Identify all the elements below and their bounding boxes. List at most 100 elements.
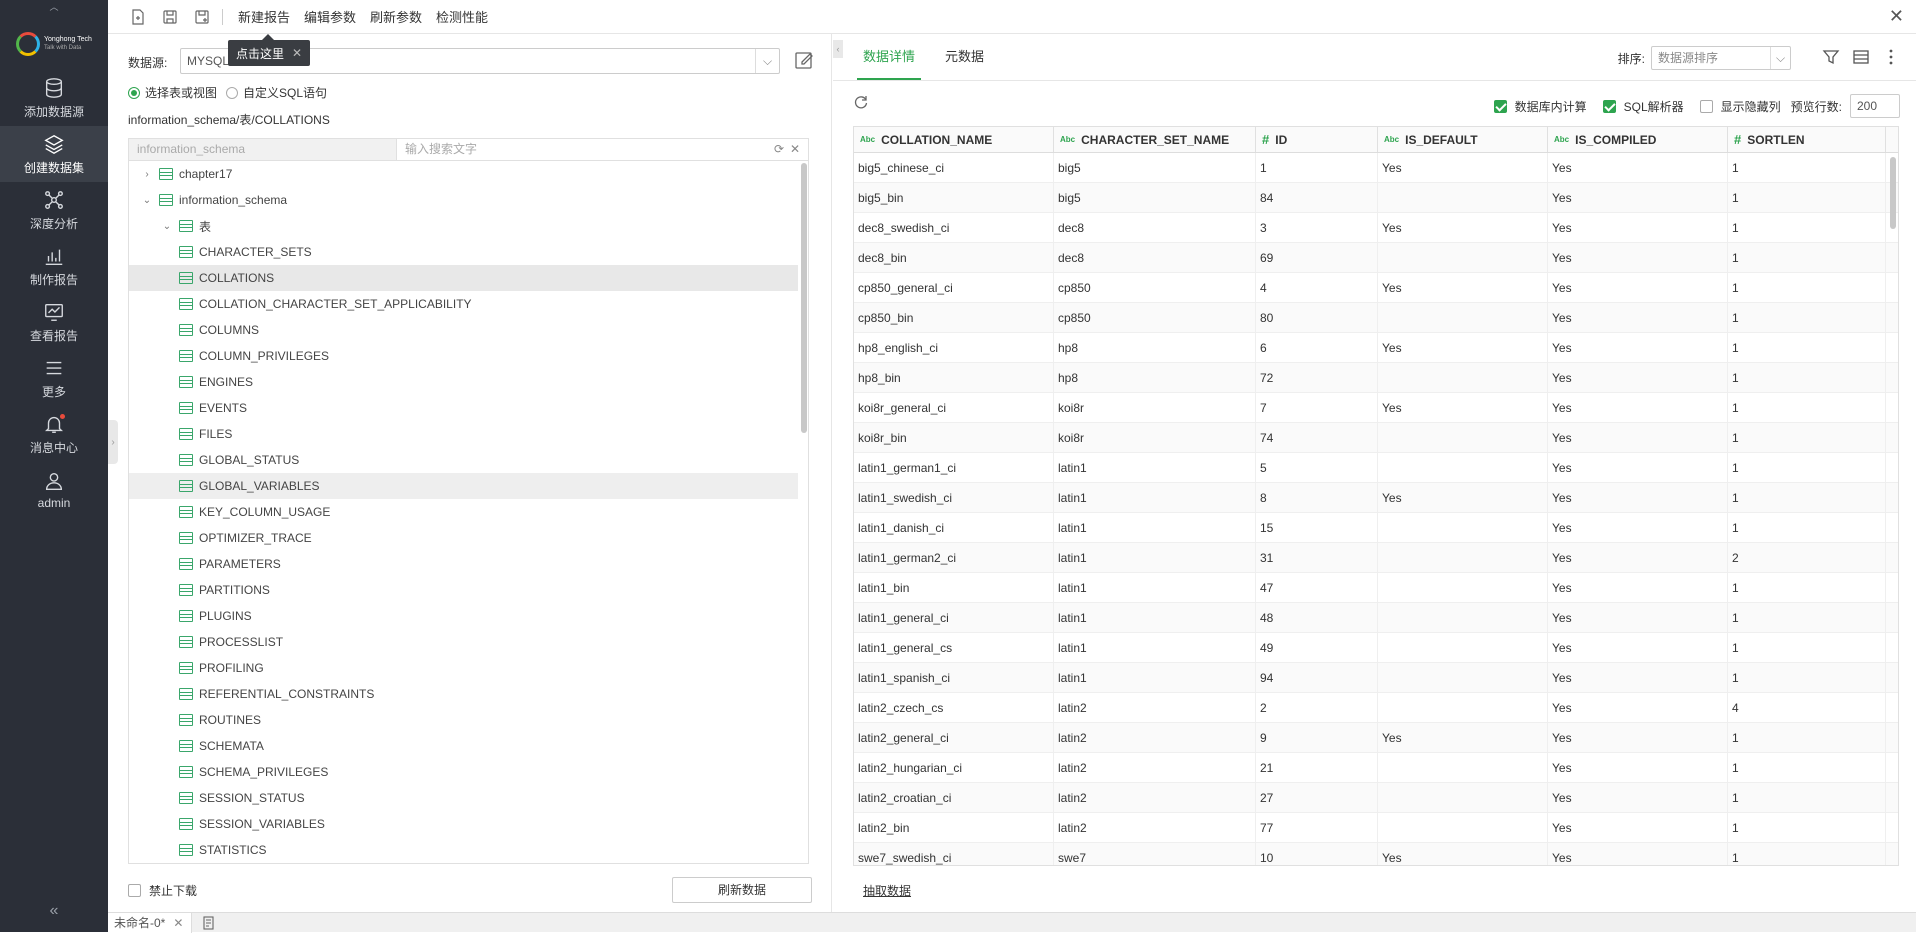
tree-item[interactable]: PARTITIONS [129, 577, 798, 603]
reload-icon[interactable] [853, 94, 869, 110]
table-cell: Yes [1548, 573, 1728, 602]
document-tab[interactable]: 未命名-0* ✕ [108, 912, 193, 933]
preview-rows-input[interactable]: 200 [1850, 94, 1900, 118]
more-vertical-icon[interactable] [1882, 48, 1900, 66]
nav-user[interactable]: admin [0, 462, 108, 518]
tree-item[interactable]: › chapter17 [129, 161, 798, 187]
tree-item[interactable]: EVENTS [129, 395, 798, 421]
tab-data-detail[interactable]: 数据详情 [857, 34, 922, 80]
tree-item[interactable]: GLOBAL_VARIABLES [129, 473, 798, 499]
menu-edit-params[interactable]: 编辑参数 [297, 7, 363, 26]
table-icon [179, 584, 193, 596]
schema-select[interactable]: information_schema [129, 139, 397, 160]
tree-item[interactable]: ENGINES [129, 369, 798, 395]
close-icon[interactable]: ✕ [1889, 6, 1904, 27]
column-header[interactable]: # SORTLEN [1728, 127, 1886, 152]
refresh-icon[interactable]: ⟳ [774, 142, 784, 156]
nav-deep-analysis[interactable]: 深度分析 [0, 182, 108, 238]
tree-item[interactable]: GLOBAL_STATUS [129, 447, 798, 473]
column-header[interactable]: Abc CHARACTER_SET_NAME [1054, 127, 1256, 152]
tree-header: information_schema 输入搜索文字 ⟳ ✕ [129, 139, 808, 161]
tree-item[interactable]: KEY_COLUMN_USAGE [129, 499, 798, 525]
column-header[interactable]: Abc IS_DEFAULT [1378, 127, 1548, 152]
tooltip-close-icon[interactable]: ✕ [292, 46, 302, 60]
tree-item[interactable]: FILES [129, 421, 798, 447]
tree-item[interactable]: COLUMNS [129, 317, 798, 343]
table-row: hp8_english_ci hp8 6 Yes Yes 1 [854, 333, 1898, 363]
column-header[interactable]: Abc IS_COMPILED [1548, 127, 1728, 152]
tree-item[interactable]: SESSION_STATUS [129, 785, 798, 811]
refresh-data-button[interactable]: 刷新数据 [672, 877, 812, 903]
menu-check-performance[interactable]: 检测性能 [429, 7, 495, 26]
nav-message-center[interactable]: 消息中心 [0, 406, 108, 462]
tree-item[interactable]: ⌄ information_schema [129, 187, 798, 213]
collapse-left-icon[interactable]: ‹ [833, 40, 843, 58]
list-view-icon[interactable] [1852, 48, 1870, 66]
tab-metadata[interactable]: 元数据 [939, 34, 990, 80]
nav-make-report[interactable]: 制作报告 [0, 238, 108, 294]
tree-item-label: SCHEMA_PRIVILEGES [199, 765, 329, 779]
tree-item[interactable]: REFERENTIAL_CONSTRAINTS [129, 681, 798, 707]
db-compute-checkbox[interactable]: 数据库内计算 [1493, 98, 1587, 115]
tree-item-label: FILES [199, 427, 233, 441]
chevron-down-icon[interactable]: ⌄ [161, 221, 173, 232]
table-cell: 1 [1256, 153, 1378, 182]
tree-item-label: CHARACTER_SETS [199, 245, 312, 259]
tree-item[interactable]: COLLATION_CHARACTER_SET_APPLICABILITY [129, 291, 798, 317]
table-cell: big5_chinese_ci [854, 153, 1054, 182]
collapse-sidebar-button[interactable]: « [0, 902, 108, 920]
tree-item[interactable]: SCHEMA_PRIVILEGES [129, 759, 798, 785]
chevron-up-icon[interactable]: ︿ [0, 0, 108, 12]
table-cell: dec8 [1054, 213, 1256, 242]
tree-item[interactable]: CHARACTER_SETS [129, 239, 798, 265]
tree-item[interactable]: PLUGINS [129, 603, 798, 629]
tree-item[interactable]: STATISTICS [129, 837, 798, 863]
tree-item[interactable]: ⌄ 表 [129, 213, 798, 239]
document-list-icon[interactable] [202, 915, 216, 930]
tree-item[interactable]: COLLATIONS [129, 265, 798, 291]
column-header[interactable]: Abc COLLATION_NAME [854, 127, 1054, 152]
splitter-handle[interactable]: › [108, 420, 118, 464]
close-tab-icon[interactable]: ✕ [173, 916, 183, 930]
nav-more[interactable]: 更多 [0, 350, 108, 406]
radio-custom-sql[interactable]: 自定义SQL语句 [226, 84, 327, 101]
nav-add-datasource[interactable]: 添加数据源 [0, 70, 108, 126]
tree-item[interactable]: ROUTINES [129, 707, 798, 733]
tree-item[interactable]: SESSION_VARIABLES [129, 811, 798, 837]
tree-item[interactable]: PROCESSLIST [129, 629, 798, 655]
menu-refresh-params[interactable]: 刷新参数 [363, 7, 429, 26]
sort-select[interactable]: 数据源排序 ⌵ [1651, 46, 1791, 70]
tree-item[interactable]: COLUMN_PRIVILEGES [129, 343, 798, 369]
grid-scrollbar[interactable] [1890, 157, 1896, 229]
tree-item-label: chapter17 [179, 167, 233, 181]
column-header[interactable]: # ID [1256, 127, 1378, 152]
table-cell: latin1 [1054, 453, 1256, 482]
chevron-right-icon[interactable]: › [141, 169, 153, 180]
tree-item[interactable]: SCHEMATA [129, 733, 798, 759]
right-panel: ‹ 数据详情 元数据 排序: 数据源排序 ⌵ 数据库内计算 SQL解析器 显示隐… [833, 34, 1916, 912]
nav-create-dataset[interactable]: 创建数据集 [0, 126, 108, 182]
show-hidden-checkbox[interactable]: 显示隐藏列 [1699, 98, 1781, 115]
tree-item[interactable]: PROFILING [129, 655, 798, 681]
edit-icon[interactable] [794, 50, 814, 70]
filter-icon[interactable] [1822, 48, 1840, 66]
extract-data-link[interactable]: 抽取数据 [863, 882, 911, 899]
radio-select-table[interactable]: 选择表或视图 [128, 84, 217, 101]
tree-scrollbar[interactable] [801, 163, 807, 433]
menu-new-report[interactable]: 新建报告 [231, 7, 297, 26]
table-icon [179, 454, 193, 466]
tree-item-label: REFERENTIAL_CONSTRAINTS [199, 687, 375, 701]
nav-view-report[interactable]: 查看报告 [0, 294, 108, 350]
no-download-checkbox[interactable]: 禁止下载 [128, 882, 197, 899]
save-as-button[interactable] [186, 0, 218, 34]
new-file-button[interactable] [122, 0, 154, 34]
tree-item[interactable]: PARAMETERS [129, 551, 798, 577]
sql-parser-checkbox[interactable]: SQL解析器 [1602, 98, 1684, 115]
clear-icon[interactable]: ✕ [790, 142, 800, 156]
table-cell [1378, 453, 1548, 482]
tree-item[interactable]: OPTIMIZER_TRACE [129, 525, 798, 551]
chevron-down-icon[interactable]: ⌄ [141, 195, 153, 206]
save-button[interactable] [154, 0, 186, 34]
tree-search-input[interactable]: 输入搜索文字 [397, 139, 808, 160]
table-cell: Yes [1378, 153, 1548, 182]
